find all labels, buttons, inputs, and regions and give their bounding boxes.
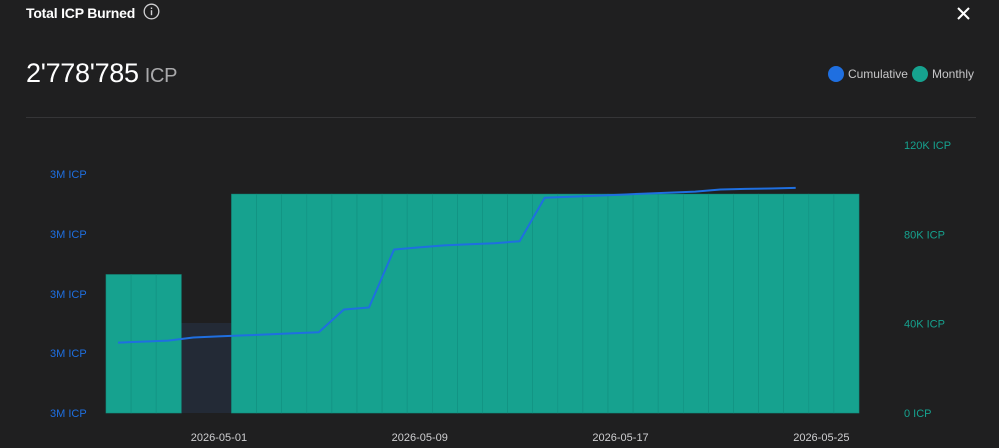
right-axis-label-3: 120K ICP: [904, 140, 951, 152]
right-axis-label-1: 40K ICP: [904, 319, 945, 331]
monthly-bar-2026-05-04: [281, 193, 308, 414]
left-axis-label-2: 3M ICP: [50, 289, 87, 301]
monthly-bar-2026-05-12: [482, 193, 508, 414]
monthly-bar-2026-05-15: [557, 193, 584, 414]
left-axis-label-3: 3M ICP: [50, 348, 87, 360]
monthly-bar-2026-05-08: [381, 193, 408, 414]
monthly-bar-2026-05-21: [708, 193, 734, 414]
monthly-bar-2026-05-11: [457, 193, 483, 414]
monthly-bar-2026-05-18: [632, 193, 659, 414]
monthly-bar-2026-04-27: [105, 274, 132, 414]
monthly-bar-2026-05-07: [356, 193, 383, 414]
monthly-bar-2026-05-14: [532, 193, 559, 414]
right-axis-label-0: 0 ICP: [904, 408, 932, 420]
monthly-bar-2026-05-26: [833, 193, 860, 414]
monthly-bar-2026-05-06: [331, 193, 358, 414]
monthly-bar-2026-04-29: [155, 274, 182, 414]
monthly-bar-2026-05-25: [808, 193, 835, 414]
monthly-bar-2026-05-20: [682, 193, 709, 414]
x-tick-label-2026-05-09: 2026-05-09: [392, 432, 448, 444]
left-axis-label-1: 3M ICP: [50, 229, 87, 241]
x-tick-label-2026-05-17: 2026-05-17: [592, 432, 648, 444]
monthly-bar-2026-05-03: [256, 193, 283, 414]
left-axis-label-0: 3M ICP: [50, 169, 87, 181]
chart-panel: Total ICP Burned 2'778'785 ICP Cumulative…: [0, 0, 999, 448]
monthly-bar-2026-05-19: [657, 193, 684, 414]
monthly-bar-2026-05-23: [758, 193, 784, 414]
monthly-bar-2026-05-09: [406, 193, 433, 414]
monthly-bar-2026-05-10: [431, 193, 458, 414]
right-axis-label-2: 80K ICP: [904, 229, 945, 241]
chart-plot: 3M ICP 3M ICP 3M ICP 3M ICP 3M ICP 0 ICP 40K I…: [50, 140, 951, 444]
monthly-bar-2026-05-17: [607, 193, 634, 414]
monthly-bar-2026-05-24: [783, 193, 810, 414]
monthly-bar-2026-05-22: [733, 193, 759, 414]
x-tick-label-2026-05-01: 2026-05-01: [191, 432, 247, 444]
monthly-bar-2026-05-05: [306, 193, 333, 414]
monthly-bar-2026-05-02: [231, 193, 257, 414]
monthly-bar-2026-04-28: [130, 274, 157, 414]
monthly-bar-2026-05-16: [582, 193, 609, 414]
left-axis-label-4: 3M ICP: [50, 408, 87, 420]
x-tick-label-2026-05-25: 2026-05-25: [793, 432, 849, 444]
